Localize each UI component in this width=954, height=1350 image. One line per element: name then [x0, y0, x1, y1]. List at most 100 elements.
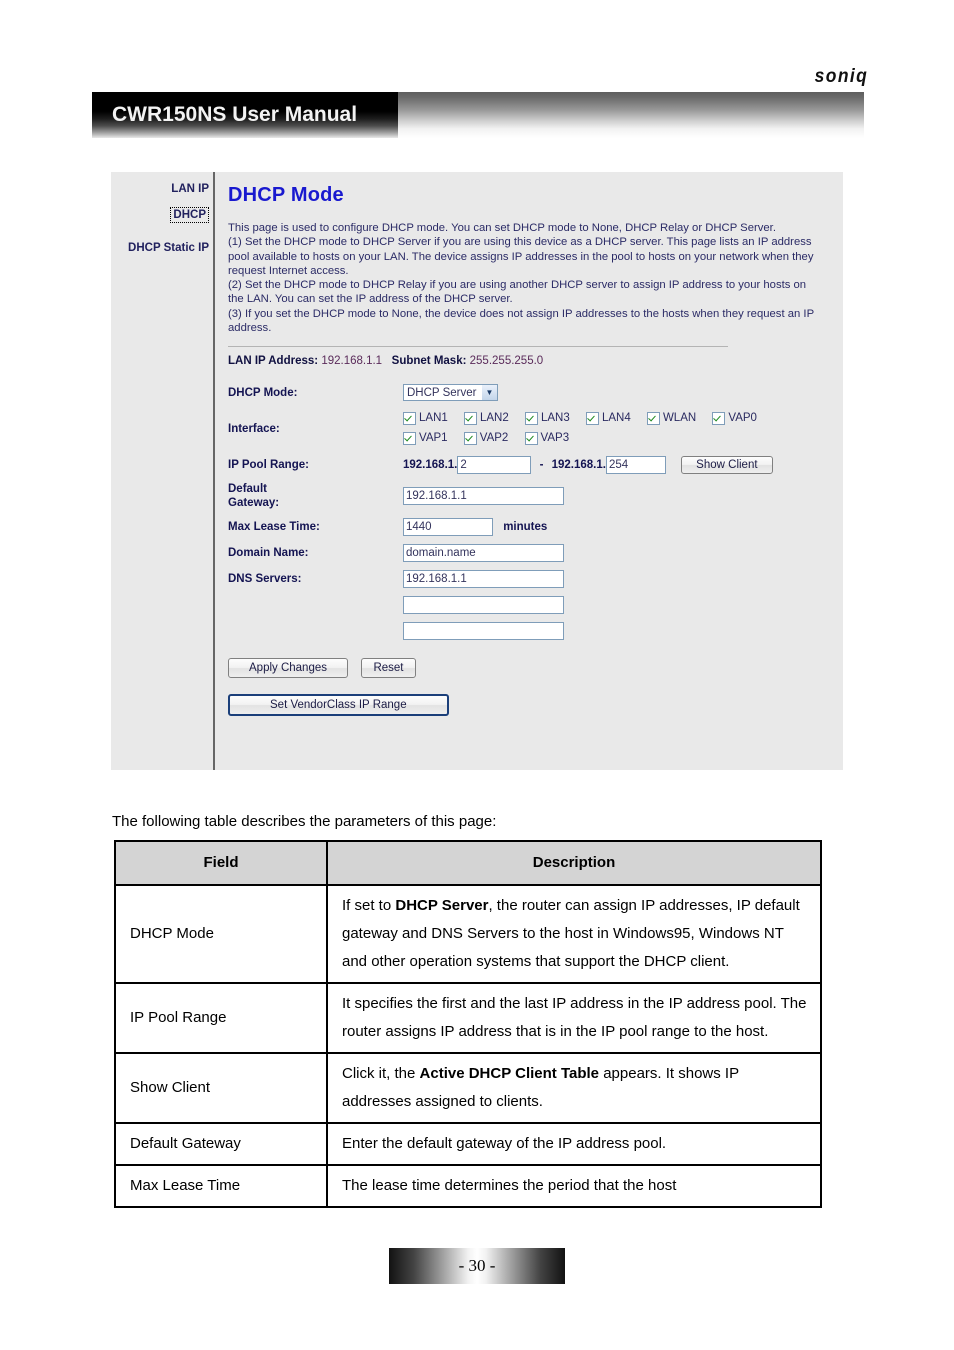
form-row-interface: Interface: LAN1 LAN2 LAN3 LAN4 WLAN VAP0…	[228, 409, 773, 456]
sidebar-item-dhcp-label: DHCP	[170, 207, 209, 223]
form-action-buttons: Apply Changes Reset	[228, 658, 843, 679]
checkbox-wlan[interactable]: WLAN	[646, 409, 697, 428]
dns-server-2-spacer	[228, 596, 403, 622]
row-desc-show-client: Click it, the Active DHCP Client Table a…	[326, 1052, 822, 1124]
ip-pool-end-input[interactable]: 254	[605, 456, 666, 475]
checkbox-wlan-label: WLAN	[662, 412, 697, 425]
checkbox-lan4-label: LAN4	[601, 412, 631, 425]
sidebar-item-lan-ip[interactable]: LAN IP	[111, 182, 209, 196]
desc-pre: The lease time determines the period tha…	[342, 1177, 677, 1194]
checkbox-lan4[interactable]: LAN4	[585, 409, 631, 428]
desc-pre: It specifies the first and the last IP a…	[342, 995, 807, 1040]
set-vendorclass-ip-range-button[interactable]: Set VendorClass IP Range	[228, 694, 449, 717]
dns-server-2-input[interactable]	[403, 596, 564, 615]
table-intro-text: The following table describes the parame…	[112, 813, 497, 830]
ip-pool-range-cell: 192.168.1. 2 - 192.168.1. 254 Show Client	[403, 456, 773, 482]
checkbox-vap1[interactable]: VAP1	[403, 429, 448, 448]
row-desc-ip-pool-range: It specifies the first and the last IP a…	[326, 982, 822, 1054]
sidebar-item-lan-ip-label: LAN IP	[171, 183, 209, 195]
form-row-ip-pool-range: IP Pool Range: 192.168.1. 2 - 192.168.1. 2…	[228, 456, 773, 482]
desc-pre: If set to	[342, 897, 396, 914]
form-row-dns-servers: DNS Servers: 192.168.1.1	[228, 570, 773, 596]
checkmark-icon	[403, 431, 416, 445]
show-client-button[interactable]: Show Client	[681, 456, 773, 475]
ip-pool-start-input[interactable]: 2	[457, 456, 532, 475]
router-ui-screenshot: LAN IP DHCP DHCP Static IP DHCP Mode Thi…	[111, 172, 843, 770]
row-desc-dhcp-mode: If set to DHCP Server, the router can as…	[326, 884, 822, 984]
lan-ip-value: 192.168.1.1	[321, 355, 383, 368]
checkbox-lan3-label: LAN3	[540, 412, 570, 425]
checkbox-vap1-label: VAP1	[419, 431, 448, 444]
default-gateway-cell: 192.168.1.1	[403, 482, 773, 518]
sidebar-item-dhcp-static-ip-label: DHCP Static IP	[128, 242, 209, 254]
form-row-dhcp-mode: DHCP Mode: DHCP Server ▼	[228, 384, 773, 409]
apply-changes-button[interactable]: Apply Changes	[228, 658, 348, 679]
dhcp-mode-select[interactable]: DHCP Server ▼	[403, 384, 498, 402]
table-row: DHCP Mode If set to DHCP Server, the rou…	[114, 884, 822, 984]
form-row-default-gateway: Default Gateway: 192.168.1.1	[228, 482, 773, 518]
checkbox-vap0[interactable]: VAP0	[712, 409, 757, 428]
dns-server-2-cell	[403, 596, 773, 622]
form-row-dns-server-3	[228, 622, 773, 648]
subnet-mask-value: 255.255.255.0	[469, 355, 544, 368]
desc-pre: Click it, the	[342, 1065, 420, 1082]
page-number: - 30 -	[458, 1256, 496, 1275]
page-footer: - 30 -	[0, 1248, 954, 1284]
lan-ip-label: LAN IP Address:	[228, 355, 319, 368]
checkmark-icon	[524, 431, 538, 445]
max-lease-time-cell: 1440 minutes	[403, 518, 773, 544]
checkbox-vap2[interactable]: VAP2	[463, 429, 508, 448]
row-desc-default-gateway: Enter the default gateway of the IP addr…	[326, 1122, 822, 1166]
table-row: Show Client Click it, the Active DHCP Cl…	[114, 1052, 822, 1124]
dns-server-3-cell	[403, 622, 773, 648]
row-field-default-gateway: Default Gateway	[114, 1122, 328, 1166]
checkmark-icon	[463, 412, 477, 426]
subnet-mask-label: Subnet Mask:	[391, 355, 467, 368]
dhcp-mode-label: DHCP Mode:	[228, 386, 298, 399]
max-lease-time-unit: minutes	[503, 521, 548, 534]
column-header-field: Field	[114, 840, 328, 886]
form-row-max-lease-time: Max Lease Time: 1440 minutes	[228, 518, 773, 544]
checkbox-vap3[interactable]: VAP3	[524, 429, 570, 448]
desc-pre: Enter the default gateway of the IP addr…	[342, 1135, 667, 1152]
checkmark-icon	[585, 412, 599, 426]
manual-header-bar: CWR150NS User Manual	[92, 92, 864, 138]
checkbox-vap0-label: VAP0	[728, 412, 757, 425]
dns-server-3-input[interactable]	[403, 622, 564, 641]
desc-bold: DHCP Server	[395, 897, 489, 914]
vendorclass-button-row: Set VendorClass IP Range	[228, 694, 843, 717]
checkbox-lan1-label: LAN1	[419, 412, 448, 425]
checkbox-vap3-label: VAP3	[540, 431, 570, 444]
router-sidebar: LAN IP DHCP DHCP Static IP	[111, 172, 215, 770]
form-row-dns-server-2	[228, 596, 773, 622]
checkmark-icon	[712, 412, 726, 426]
checkbox-lan3[interactable]: LAN3	[524, 409, 570, 428]
domain-name-label: Domain Name:	[228, 547, 309, 560]
checkbox-lan1[interactable]: LAN1	[403, 409, 448, 428]
page-description: This page is used to configure DHCP mode…	[228, 222, 814, 335]
ip-pool-separator: -	[539, 459, 544, 472]
chevron-down-icon: ▼	[481, 385, 497, 401]
checkbox-lan2-label: LAN2	[479, 412, 509, 425]
checkmark-icon	[403, 412, 416, 426]
checkbox-lan2[interactable]: LAN2	[463, 409, 509, 428]
lan-info-line: LAN IP Address: 192.168.1.1 Subnet Mask:…	[228, 355, 843, 367]
interface-label: Interface:	[228, 422, 280, 435]
dns-server-1-input[interactable]: 192.168.1.1	[403, 570, 564, 589]
checkmark-icon	[463, 431, 477, 445]
table-row: Default Gateway Enter the default gatewa…	[114, 1122, 822, 1166]
row-desc-max-lease-time: The lease time determines the period tha…	[326, 1164, 822, 1208]
sidebar-item-dhcp-static-ip[interactable]: DHCP Static IP	[111, 241, 209, 255]
reset-button[interactable]: Reset	[361, 658, 416, 679]
domain-name-input[interactable]: domain.name	[403, 544, 564, 563]
sidebar-item-dhcp[interactable]: DHCP	[111, 205, 209, 232]
dhcp-settings-form: DHCP Mode: DHCP Server ▼ Interface: LAN1…	[228, 384, 773, 648]
default-gateway-input[interactable]: 192.168.1.1	[403, 487, 564, 506]
manual-title: CWR150NS User Manual	[112, 103, 358, 126]
table-row: IP Pool Range It specifies the first and…	[114, 982, 822, 1054]
dns-servers-label: DNS Servers:	[228, 573, 302, 586]
interface-checkbox-row-2: VAP1 VAP2 VAP3	[403, 429, 773, 449]
max-lease-time-input[interactable]: 1440	[403, 518, 493, 537]
parameters-table: Field Description DHCP Mode If set to DH…	[114, 840, 822, 1208]
dns-server-1-cell: 192.168.1.1	[403, 570, 773, 596]
